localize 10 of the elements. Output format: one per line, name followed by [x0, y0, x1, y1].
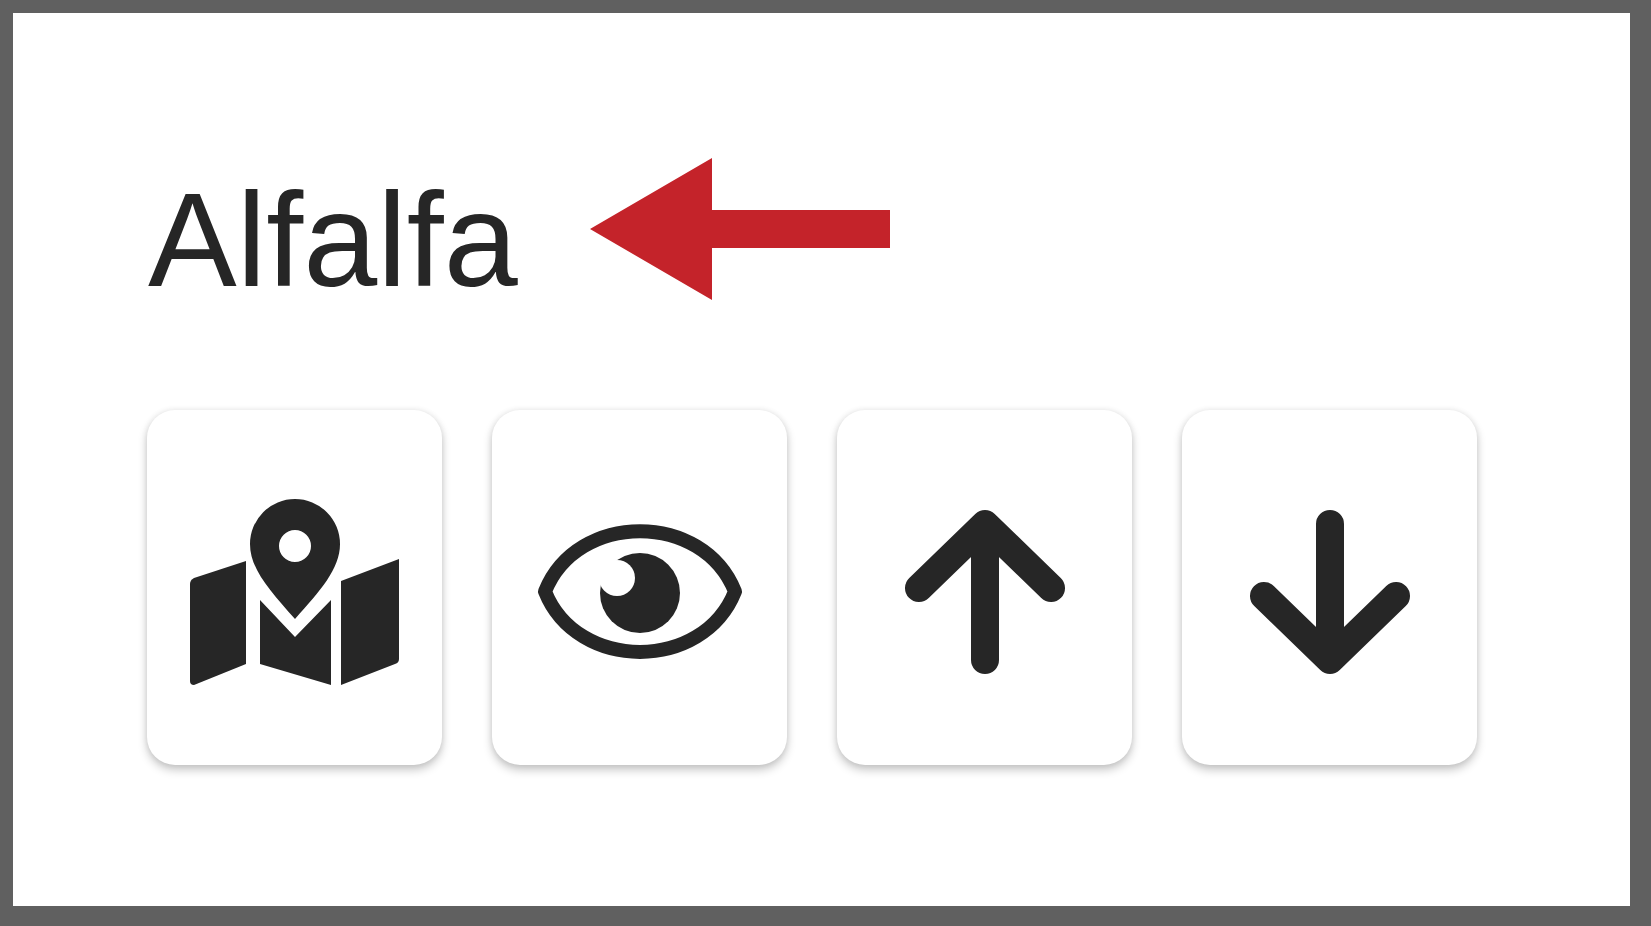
map-pin-icon: [189, 498, 400, 685]
move-down-button[interactable]: [1182, 410, 1477, 765]
arrow-up-icon: [904, 509, 1065, 674]
arrow-down-icon: [1249, 509, 1410, 674]
view-button[interactable]: [492, 410, 787, 765]
map-button[interactable]: [147, 410, 442, 765]
eye-icon: [536, 523, 743, 660]
move-up-button[interactable]: [837, 410, 1132, 765]
arrow-icon: [589, 158, 890, 300]
item-title: Alfalfa: [148, 174, 518, 307]
